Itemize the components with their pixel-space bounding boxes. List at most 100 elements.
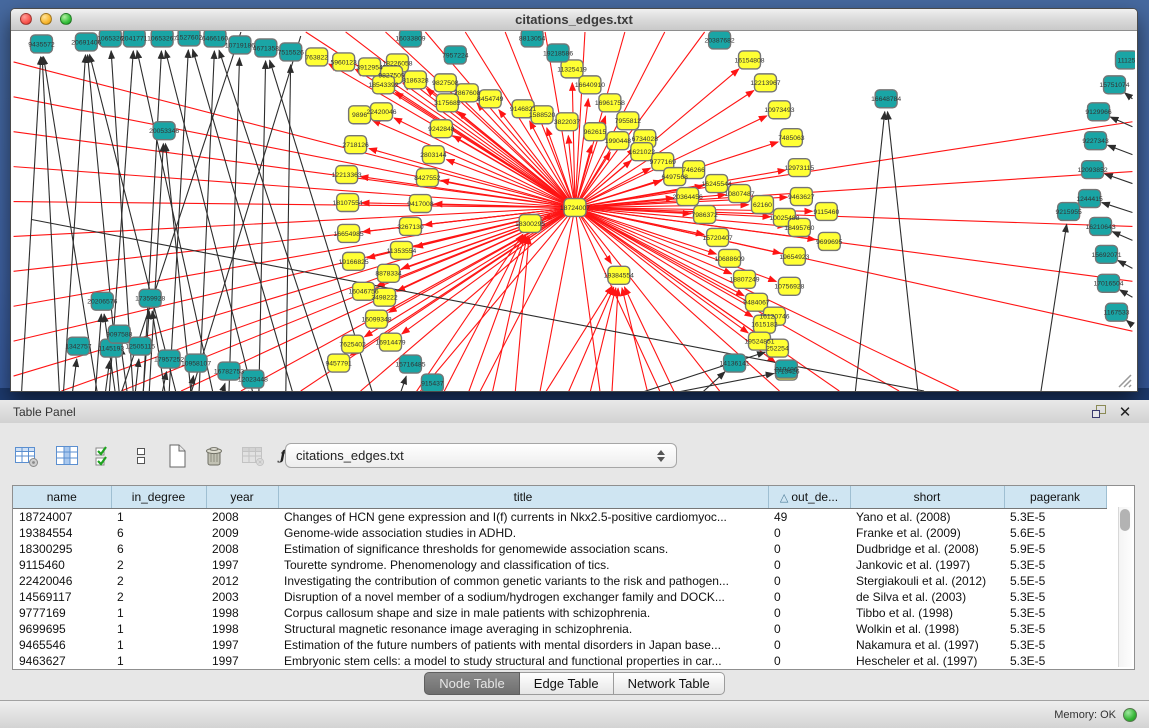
cell-out_degree[interactable]: 49 <box>768 509 850 526</box>
cell-year[interactable]: 2008 <box>206 541 278 557</box>
table-row[interactable]: 1456911722003Disruption of a novel membe… <box>13 589 1106 605</box>
cell-name[interactable]: 9463627 <box>13 653 111 669</box>
zoom-window-icon[interactable] <box>60 13 72 25</box>
column-header-pagerank[interactable]: pagerank <box>1004 486 1106 509</box>
cell-short[interactable]: Stergiakouli et al. (2012) <box>850 573 1004 589</box>
table-row[interactable]: 1938455462009Genome-wide association stu… <box>13 525 1106 541</box>
table-row[interactable]: 2242004622012Investigating the contribut… <box>13 573 1106 589</box>
cell-out_degree[interactable]: 0 <box>768 557 850 573</box>
cell-title[interactable]: Corpus callosum shape and size in male p… <box>278 605 768 621</box>
cell-name[interactable]: 18300295 <box>13 541 111 557</box>
cell-out_degree[interactable]: 0 <box>768 605 850 621</box>
cell-in_degree[interactable]: 1 <box>111 605 206 621</box>
cell-year[interactable]: 2008 <box>206 509 278 526</box>
cell-year[interactable]: 1997 <box>206 557 278 573</box>
close-panel-icon[interactable]: ✕ <box>1115 403 1135 421</box>
close-window-icon[interactable] <box>20 13 32 25</box>
cell-pagerank[interactable]: 5.5E-5 <box>1004 573 1106 589</box>
network-window[interactable]: citations_edges.txt 18724007182260589827… <box>10 8 1138 392</box>
cell-name[interactable]: 9699695 <box>13 621 111 637</box>
minimize-window-icon[interactable] <box>40 13 52 25</box>
cell-pagerank[interactable]: 5.3E-5 <box>1004 509 1106 526</box>
column-header-year[interactable]: year <box>206 486 278 509</box>
cell-pagerank[interactable]: 5.6E-5 <box>1004 525 1106 541</box>
row-height-icon[interactable] <box>130 442 152 470</box>
cell-in_degree[interactable]: 2 <box>111 573 206 589</box>
table-row[interactable]: 911546021997Tourette syndrome. Phenomeno… <box>13 557 1106 573</box>
cell-pagerank[interactable]: 5.9E-5 <box>1004 541 1106 557</box>
cell-in_degree[interactable]: 1 <box>111 621 206 637</box>
cell-short[interactable]: Nakamura et al. (1997) <box>850 637 1004 653</box>
cell-in_degree[interactable]: 6 <box>111 541 206 557</box>
tab-network-table[interactable]: Network Table <box>614 672 725 695</box>
cell-name[interactable]: 9777169 <box>13 605 111 621</box>
table-settings-icon[interactable] <box>14 442 40 470</box>
cell-short[interactable]: de Silva et al. (2003) <box>850 589 1004 605</box>
cell-pagerank[interactable]: 5.3E-5 <box>1004 605 1106 621</box>
table-row[interactable]: 977716911998Corpus callosum shape and si… <box>13 605 1106 621</box>
show-columns-icon[interactable] <box>54 442 80 470</box>
cell-short[interactable]: Tibbo et al. (1998) <box>850 605 1004 621</box>
cell-short[interactable]: Hescheler et al. (1997) <box>850 653 1004 669</box>
column-header-out_degree[interactable]: △out_de... <box>768 486 850 509</box>
cell-pagerank[interactable]: 5.3E-5 <box>1004 637 1106 653</box>
cell-out_degree[interactable]: 0 <box>768 541 850 557</box>
cell-in_degree[interactable]: 2 <box>111 557 206 573</box>
cell-name[interactable]: 19384554 <box>13 525 111 541</box>
cell-title[interactable]: Embryonic stem cells: a model to study s… <box>278 653 768 669</box>
cell-year[interactable]: 2003 <box>206 589 278 605</box>
table-scrollbar[interactable] <box>1118 507 1132 667</box>
column-header-title[interactable]: title <box>278 486 768 509</box>
resize-grip-icon[interactable] <box>1115 371 1133 389</box>
cell-year[interactable]: 1997 <box>206 637 278 653</box>
cell-short[interactable]: Wolkin et al. (1998) <box>850 621 1004 637</box>
cell-short[interactable]: Franke et al. (2009) <box>850 525 1004 541</box>
cell-in_degree[interactable]: 2 <box>111 589 206 605</box>
float-panel-icon[interactable] <box>1089 403 1109 421</box>
cell-year[interactable]: 1998 <box>206 605 278 621</box>
network-canvas[interactable]: 1872400718226058982750981863289827508286… <box>11 31 1135 391</box>
cell-in_degree[interactable]: 1 <box>111 509 206 526</box>
cell-name[interactable]: 9115460 <box>13 557 111 573</box>
table-selector-dropdown[interactable]: citations_edges.txt <box>285 443 677 468</box>
cell-in_degree[interactable]: 1 <box>111 653 206 669</box>
cell-name[interactable]: 14569117 <box>13 589 111 605</box>
delete-table-icon[interactable] <box>202 442 226 470</box>
cell-out_degree[interactable]: 0 <box>768 621 850 637</box>
cell-year[interactable]: 2009 <box>206 525 278 541</box>
cell-short[interactable]: Dudbridge et al. (2008) <box>850 541 1004 557</box>
cell-out_degree[interactable]: 0 <box>768 653 850 669</box>
table-row[interactable]: 946362711997Embryonic stem cells: a mode… <box>13 653 1106 669</box>
cell-name[interactable]: 18724007 <box>13 509 111 526</box>
cell-name[interactable]: 9465546 <box>13 637 111 653</box>
cell-title[interactable]: Genome-wide association studies in ADHD. <box>278 525 768 541</box>
tab-node-table[interactable]: Node Table <box>424 672 520 695</box>
tab-edge-table[interactable]: Edge Table <box>520 672 614 695</box>
table-row[interactable]: 969969511998Structural magnetic resonanc… <box>13 621 1106 637</box>
cell-out_degree[interactable]: 0 <box>768 637 850 653</box>
select-columns-icon[interactable] <box>94 442 116 470</box>
table-scrollbar-thumb[interactable] <box>1120 509 1130 531</box>
cell-title[interactable]: Estimation of significance thresholds fo… <box>278 541 768 557</box>
cell-title[interactable]: Investigating the contribution of common… <box>278 573 768 589</box>
cell-year[interactable]: 1997 <box>206 653 278 669</box>
cell-short[interactable]: Yano et al. (2008) <box>850 509 1004 526</box>
column-header-short[interactable]: short <box>850 486 1004 509</box>
import-table-icon[interactable] <box>240 442 266 470</box>
table-row[interactable]: 1830029562008Estimation of significance … <box>13 541 1106 557</box>
cell-pagerank[interactable]: 5.3E-5 <box>1004 621 1106 637</box>
cell-title[interactable]: Estimation of the future numbers of pati… <box>278 637 768 653</box>
cell-title[interactable]: Changes of HCN gene expression and I(f) … <box>278 509 768 526</box>
memory-status-icon[interactable] <box>1123 708 1137 722</box>
cell-title[interactable]: Tourette syndrome. Phenomenology and cla… <box>278 557 768 573</box>
table-row[interactable]: 1872400712008Changes of HCN gene express… <box>13 509 1106 526</box>
cell-out_degree[interactable]: 0 <box>768 589 850 605</box>
cell-year[interactable]: 2012 <box>206 573 278 589</box>
cell-short[interactable]: Jankovic et al. (1997) <box>850 557 1004 573</box>
cell-pagerank[interactable]: 5.3E-5 <box>1004 653 1106 669</box>
cell-pagerank[interactable]: 5.3E-5 <box>1004 589 1106 605</box>
cell-in_degree[interactable]: 1 <box>111 637 206 653</box>
new-table-icon[interactable] <box>166 442 188 470</box>
column-header-name[interactable]: name <box>13 486 111 509</box>
column-header-in_degree[interactable]: in_degree <box>111 486 206 509</box>
